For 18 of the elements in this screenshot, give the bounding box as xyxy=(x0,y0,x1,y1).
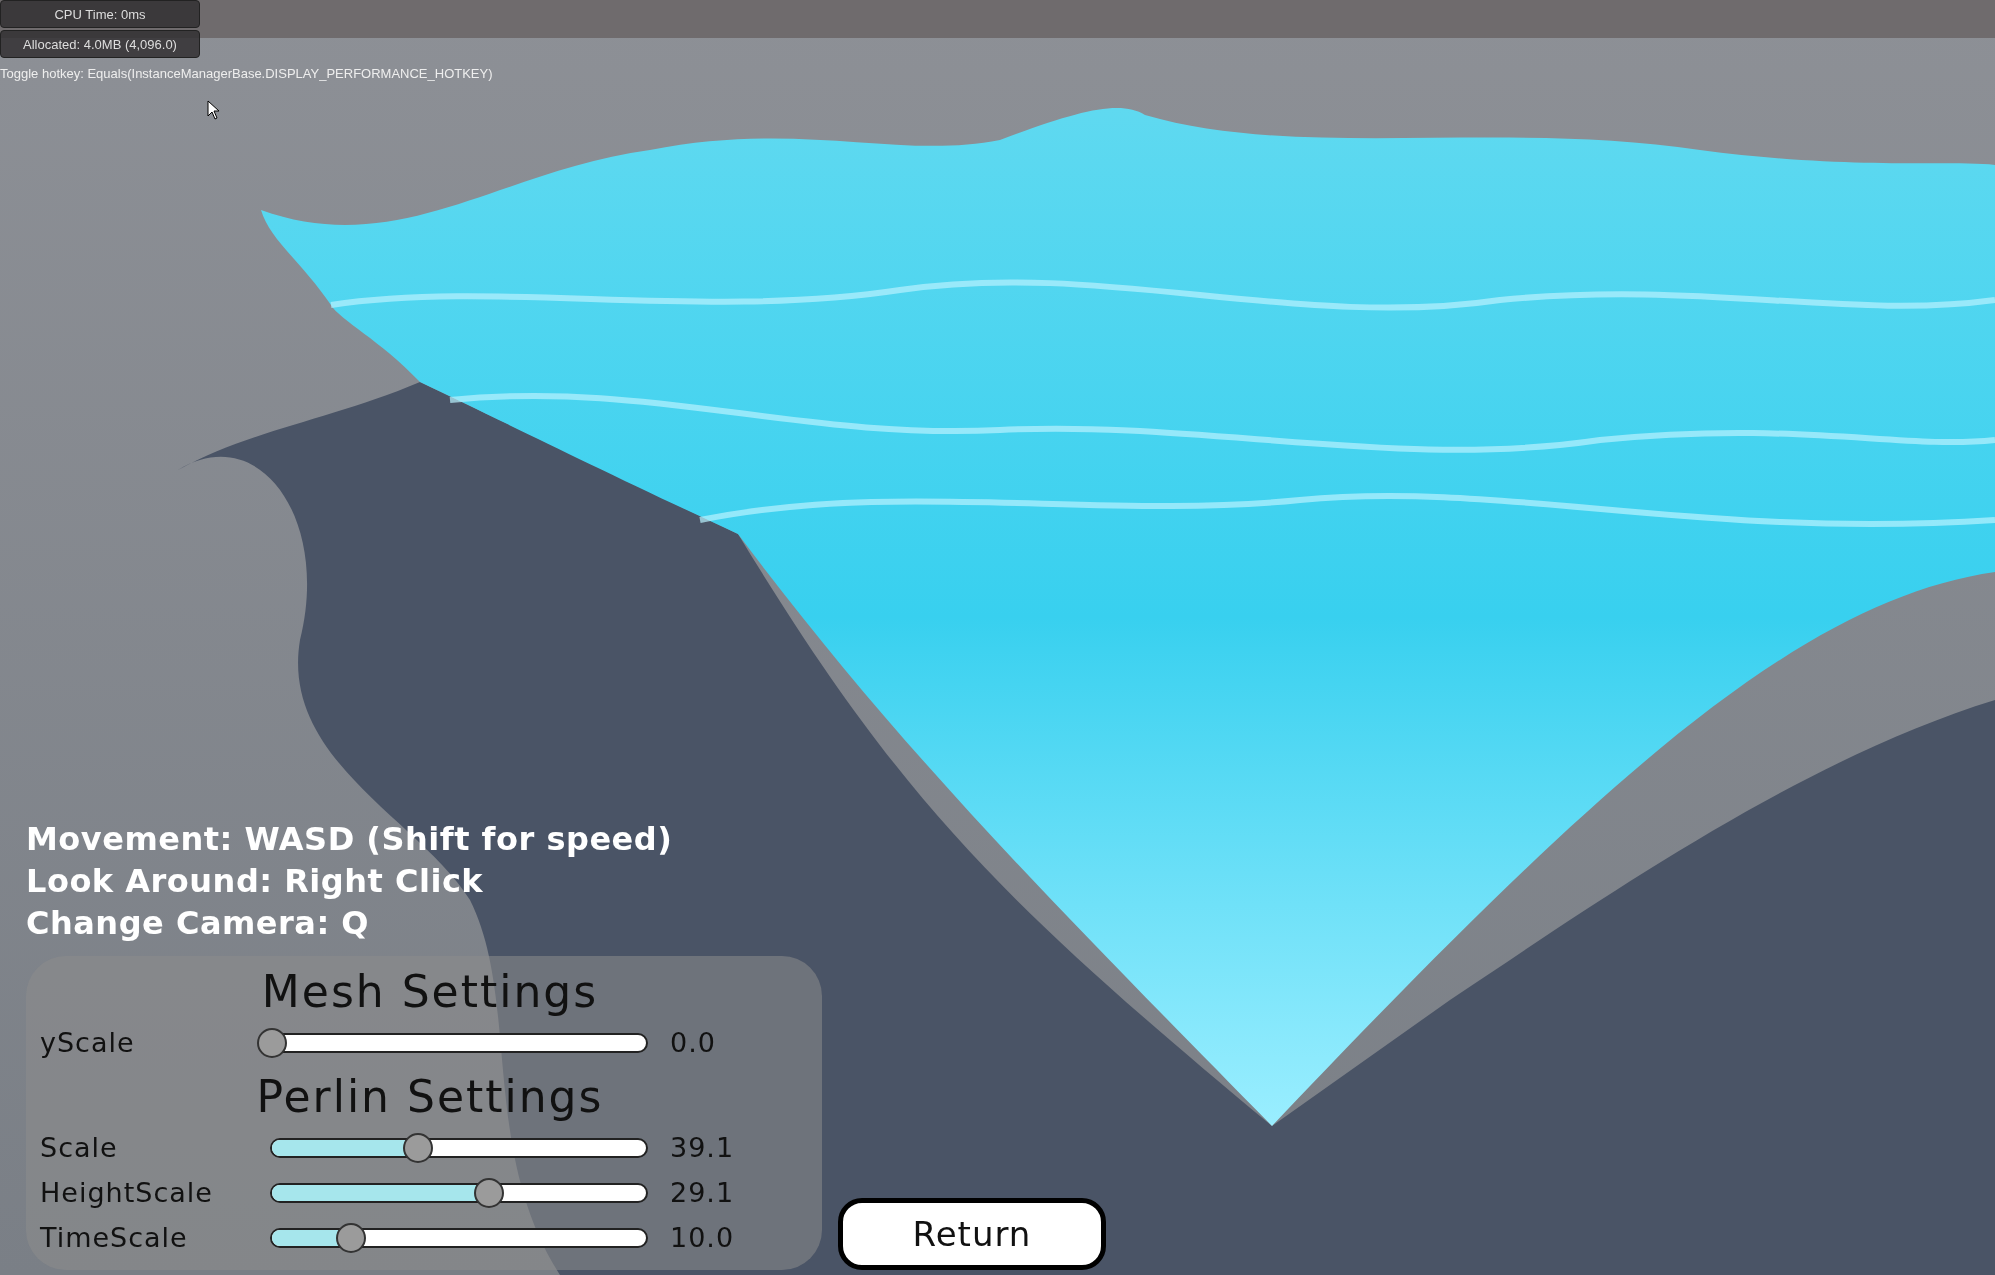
slider-value: 10.0 xyxy=(670,1222,735,1253)
control-hint-text: Movement: WASD (Shift for speed) xyxy=(26,819,674,860)
control-hint-text: Change Camera: Q xyxy=(26,903,371,944)
control-hint-text: Look Around: Right Click xyxy=(26,861,485,902)
toggle-hotkey-text: Toggle hotkey: Equals(InstanceManagerBase.DISPLAY_PERFORMANCE_HOTKEY) xyxy=(0,66,493,81)
slider-label: Scale xyxy=(40,1132,119,1163)
mouse-cursor-icon xyxy=(207,100,221,120)
allocated-memory-label: Allocated: 4.0MB (4,096.0) xyxy=(0,30,200,58)
slider-value: 0.0 xyxy=(670,1027,716,1058)
section-heading: Perlin Settings xyxy=(255,1070,605,1124)
slider-label: yScale xyxy=(40,1027,136,1058)
slider-value: 29.1 xyxy=(670,1177,735,1208)
slider-label: HeightScale xyxy=(40,1177,214,1208)
return-button[interactable]: Return xyxy=(838,1198,1106,1270)
section-heading: Mesh Settings xyxy=(260,965,600,1019)
slider-value: 39.1 xyxy=(670,1132,735,1163)
slider-label: TimeScale xyxy=(40,1222,189,1253)
cpu-time-label: CPU Time: 0ms xyxy=(0,0,200,28)
